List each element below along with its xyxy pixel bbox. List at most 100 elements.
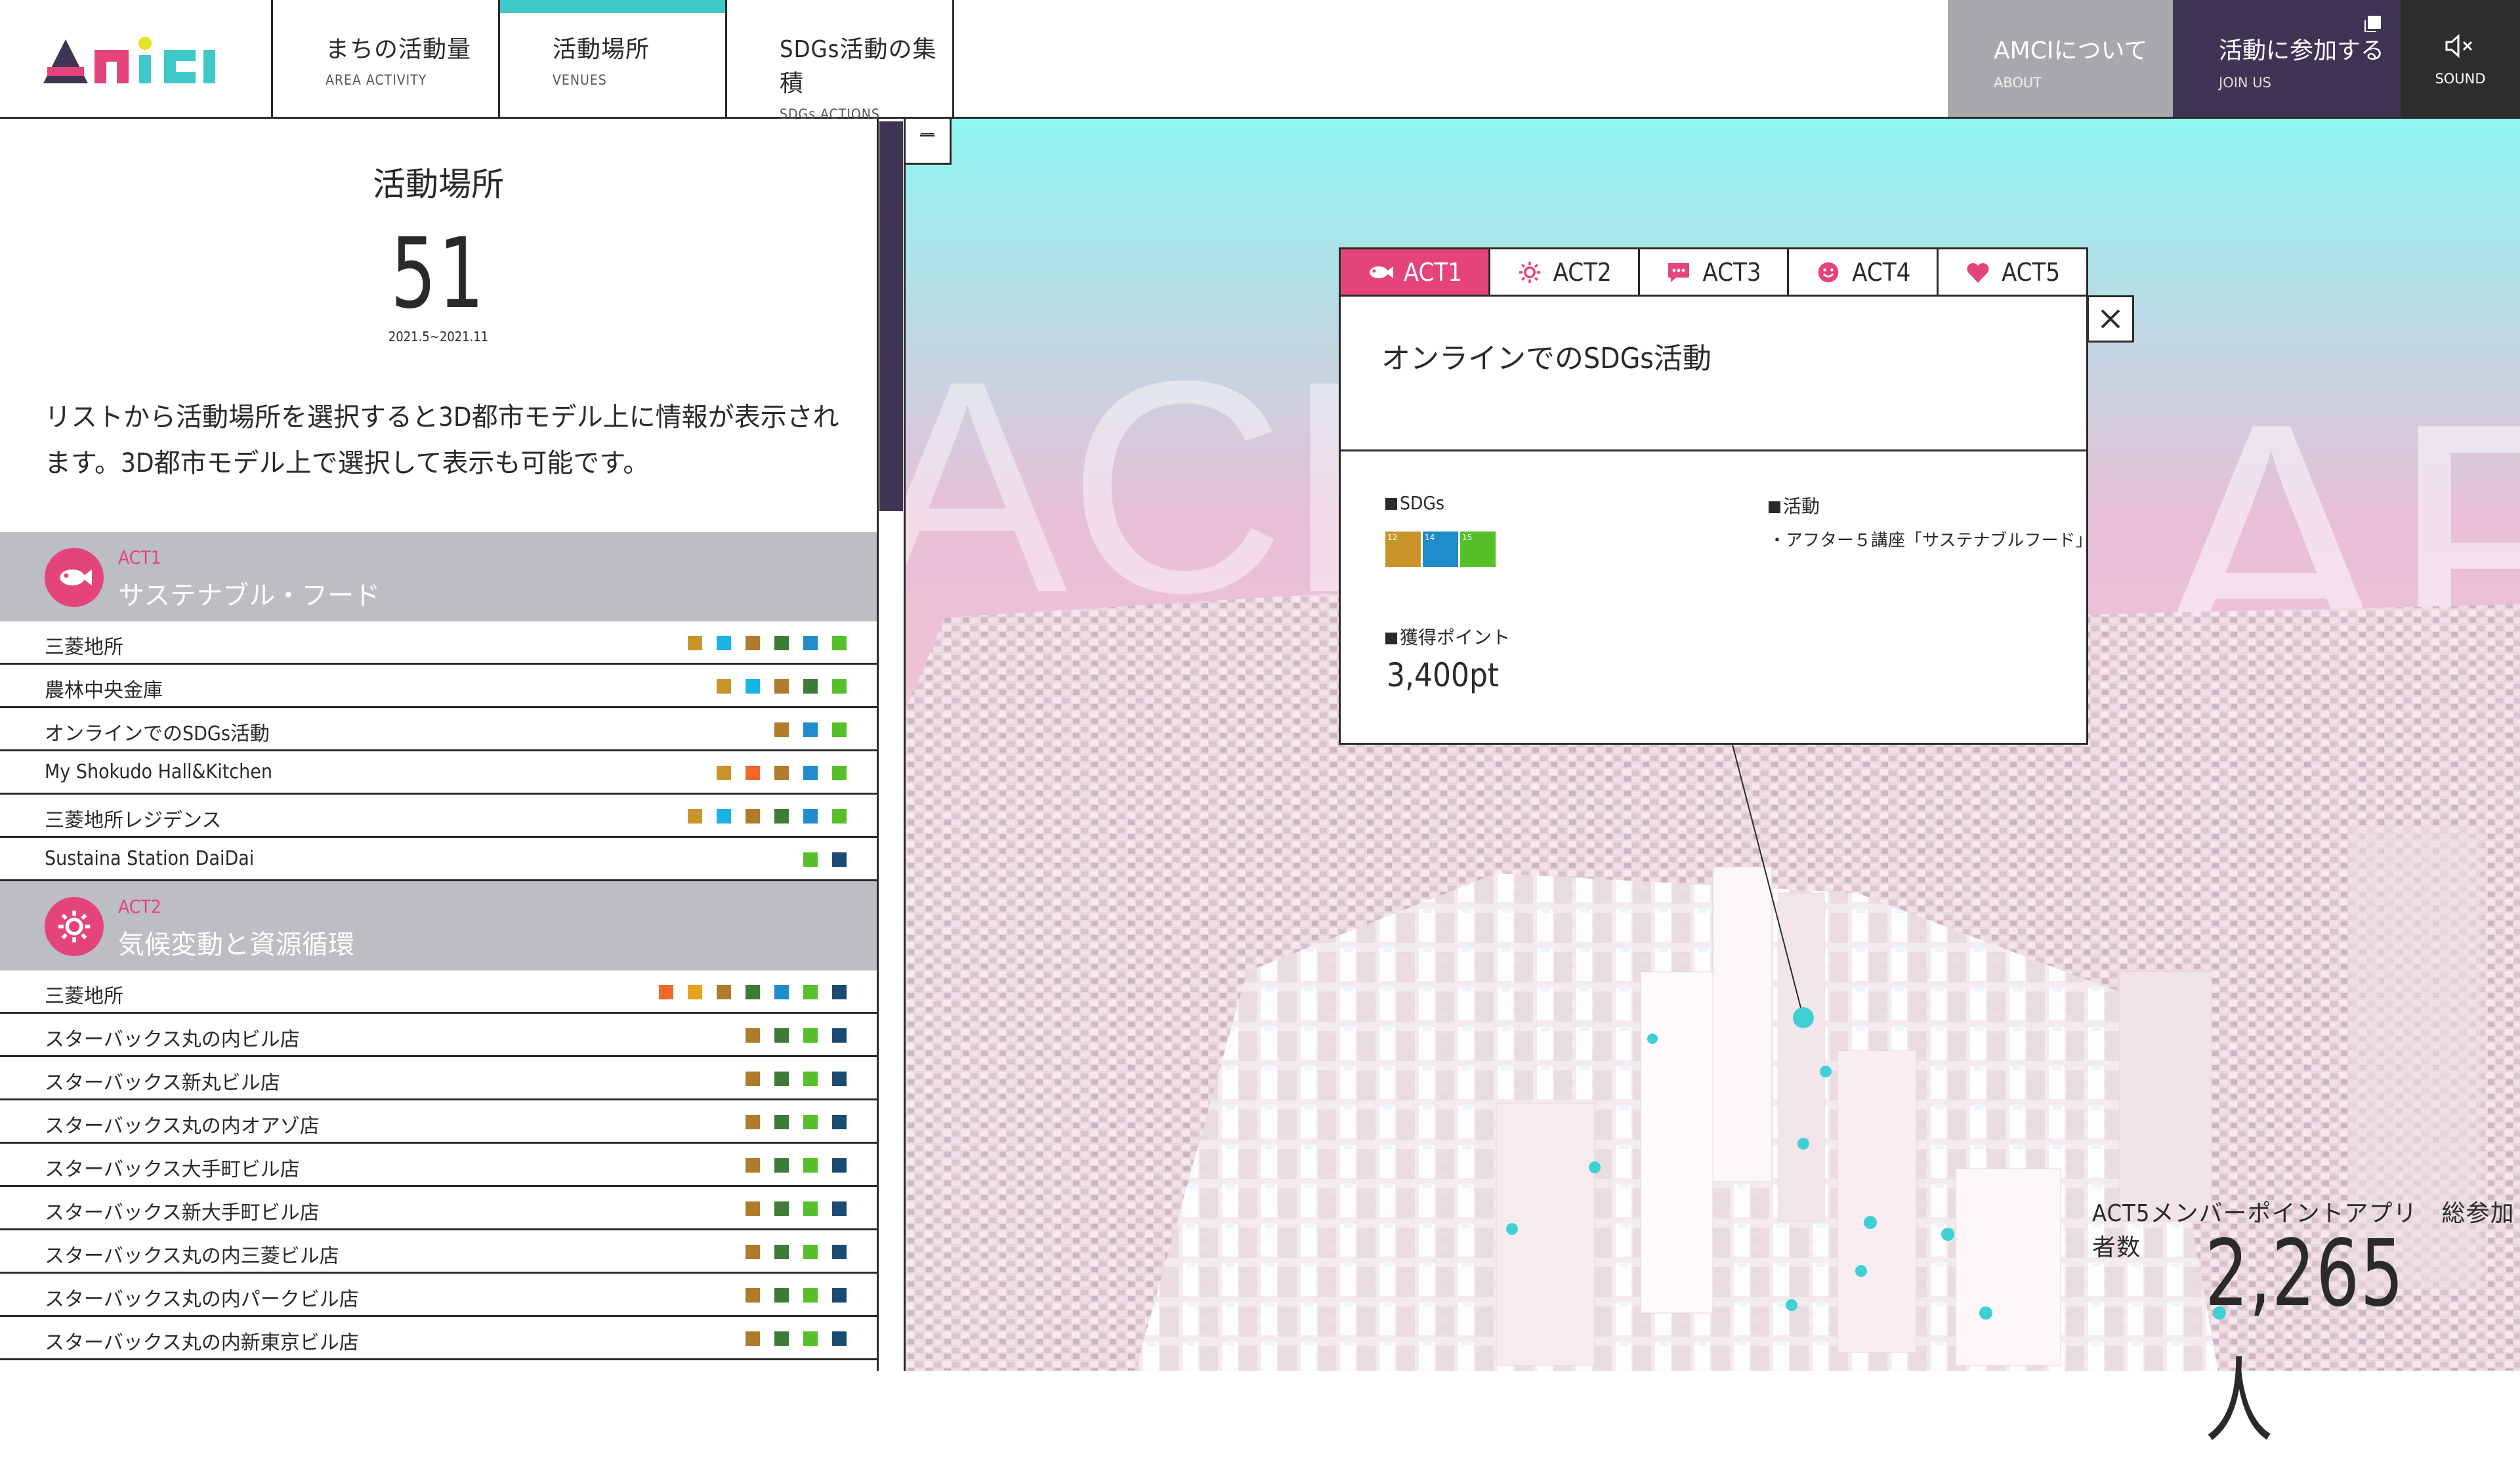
sdg-color-square — [746, 1028, 760, 1043]
tab-act1[interactable]: ACT1 — [1341, 249, 1488, 295]
sdg-color-square — [774, 1028, 789, 1043]
heart-icon — [1965, 261, 1991, 284]
sdg-color-square — [774, 985, 789, 999]
top-nav-bar: まちの活動量 AREA ACTIVITY 活動場所 VENUES SDGs活動の… — [0, 0, 2520, 122]
venue-row[interactable]: スターバックス丸の内ビル店 — [0, 1014, 877, 1057]
about-label-en: ABOUT — [1994, 75, 2042, 91]
sdg-color-square — [774, 679, 789, 694]
speaker-muted-icon — [2445, 33, 2473, 58]
about-label-jp: AMCIについて — [1994, 37, 2148, 64]
sdg-squares — [688, 636, 847, 650]
venue-name: Sustaina Station DaiDai — [45, 847, 255, 870]
venue-row[interactable]: 三菱地所 — [0, 970, 877, 1014]
location-marker — [1506, 1223, 1518, 1235]
venue-name: スターバックス丸の内新東京ビル店 — [45, 1331, 359, 1354]
venue-name: スターバックス新大手町ビル店 — [45, 1201, 320, 1224]
venue-name: スターバックス丸の内三菱ビル店 — [45, 1245, 339, 1268]
sdg-color-square — [774, 1245, 789, 1259]
venue-row[interactable]: スターバックス新丸ビル店 — [0, 1057, 877, 1100]
date-range: 2021.5~2021.11 — [388, 329, 489, 344]
external-link-icon — [2368, 16, 2381, 29]
venue-row[interactable]: 三菱地所レジデンス — [0, 795, 877, 838]
category-header-act2[interactable]: ACT2 気候変動と資源循環 — [0, 881, 877, 970]
venue-row[interactable]: スターバックス丸の内三菱ビル店 — [0, 1230, 877, 1274]
venue-name: My Shokudo Hall&Kitchen — [45, 761, 272, 783]
tab-act2[interactable]: ACT2 — [1488, 249, 1638, 295]
sdg-color-square — [832, 679, 847, 694]
sdg-color-square — [832, 985, 847, 999]
venue-row[interactable]: スターバックス丸の内オアゾ店 — [0, 1100, 877, 1144]
sdg-color-square — [832, 1201, 847, 1216]
category-code: ACT2 — [118, 896, 161, 917]
tab-act3[interactable]: ACT3 — [1637, 249, 1788, 295]
sdg-color-square — [832, 1245, 847, 1259]
sdg-badges: 12 14 15 — [1385, 532, 1496, 567]
sdg-color-square — [688, 809, 702, 824]
venue-name: スターバックス大手町ビル店 — [45, 1158, 300, 1181]
venue-row[interactable]: スターバックス丸の内新東京ビル店 — [0, 1317, 877, 1360]
amci-logo[interactable] — [43, 34, 234, 87]
sdg-color-square — [832, 1288, 847, 1303]
venue-row[interactable]: 三菱地所 — [0, 621, 877, 665]
nav-tab-label-jp: 活動場所 — [553, 36, 650, 63]
nav-tab-label-jp: SDGs活動の集積 — [780, 36, 937, 97]
sdg-goal-badge: 14 — [1423, 532, 1458, 567]
sdg-goal-number: 15 — [1462, 533, 1473, 542]
venues-panel: 活動場所 51 2021.5~2021.11 リストから活動場所を選択すると3D… — [0, 119, 906, 1371]
collapse-panel-button[interactable] — [906, 119, 952, 165]
category-title: サステナブル・フード — [118, 581, 381, 611]
sdg-color-square — [746, 1158, 760, 1173]
nav-tab-label-jp: まちの活動量 — [326, 36, 472, 63]
venue-name: 農林中央金庫 — [45, 679, 163, 702]
venue-row[interactable]: スターバックス丸の内パークビル店 — [0, 1274, 877, 1317]
scrollbar-thumb[interactable] — [879, 121, 903, 511]
sun-icon — [1517, 261, 1543, 284]
location-marker — [1979, 1306, 1992, 1320]
venue-count: 51 — [390, 217, 486, 330]
sdg-color-square — [832, 1072, 847, 1086]
location-marker — [1855, 1265, 1867, 1277]
venue-row[interactable]: スターバックス大手町ビル店 — [0, 1144, 877, 1187]
location-marker — [1797, 1138, 1809, 1150]
sdg-squares — [746, 1288, 847, 1303]
sdg-color-square — [774, 766, 789, 780]
sdg-color-square — [746, 985, 760, 999]
join-us-button[interactable]: 活動に参加する JOIN US — [2173, 0, 2401, 117]
sdg-color-square — [803, 1115, 818, 1129]
nav-tab-venues[interactable]: 活動場所 VENUES — [498, 0, 725, 117]
venue-info-popup: ACT1 ACT2 ACT3 ACT4 ACT5 オンラインでのSDGs活動 SDGs … — [1339, 247, 2092, 745]
sdg-color-square — [803, 1245, 818, 1259]
venue-row[interactable]: My Shokudo Hall&Kitchen — [0, 751, 877, 795]
sdg-color-square — [803, 1331, 818, 1346]
sdg-color-square — [774, 1158, 789, 1173]
tab-act5[interactable]: ACT5 — [1937, 249, 2086, 295]
tab-act4[interactable]: ACT4 — [1787, 249, 1937, 295]
sdg-squares — [803, 852, 847, 867]
venue-row[interactable]: 農林中央金庫 — [0, 665, 877, 708]
venue-name: 三菱地所レジデンス — [45, 809, 222, 832]
venue-name: オンラインでのSDGs活動 — [45, 722, 270, 745]
sdg-squares — [774, 722, 847, 737]
popup-divider — [1341, 449, 2086, 451]
sdg-color-square — [688, 636, 702, 650]
category-header-act1[interactable]: ACT1 サステナブル・フード — [0, 532, 877, 621]
sound-label: SOUND — [2435, 71, 2486, 87]
venue-row[interactable]: Sustaina Station DaiDai — [0, 838, 877, 881]
nav-tab-label-en: AREA ACTIVITY — [326, 72, 427, 88]
venue-row[interactable]: スターバックス新大手町ビル店 — [0, 1187, 877, 1230]
sdg-squares — [717, 766, 847, 780]
location-marker — [1786, 1299, 1797, 1311]
nav-tab-sdgs-actions[interactable]: SDGs活動の集積 SDGs ACTIONS — [725, 0, 954, 122]
sound-toggle-button[interactable]: SOUND — [2401, 0, 2520, 117]
sdg-squares — [688, 809, 847, 824]
venue-row[interactable]: オンラインでのSDGs活動 — [0, 708, 877, 751]
sdg-color-square — [803, 1158, 818, 1173]
sdg-color-square — [774, 722, 789, 737]
close-popup-button[interactable] — [2087, 295, 2134, 343]
about-button[interactable]: AMCIについて ABOUT — [1948, 0, 2173, 117]
nav-tab-area-activity[interactable]: まちの活動量 AREA ACTIVITY — [271, 0, 498, 117]
sdg-squares — [717, 679, 847, 694]
venue-name: スターバックス丸の内パークビル店 — [45, 1288, 359, 1311]
selected-location-marker — [1793, 1007, 1814, 1028]
fish-icon — [45, 548, 104, 607]
